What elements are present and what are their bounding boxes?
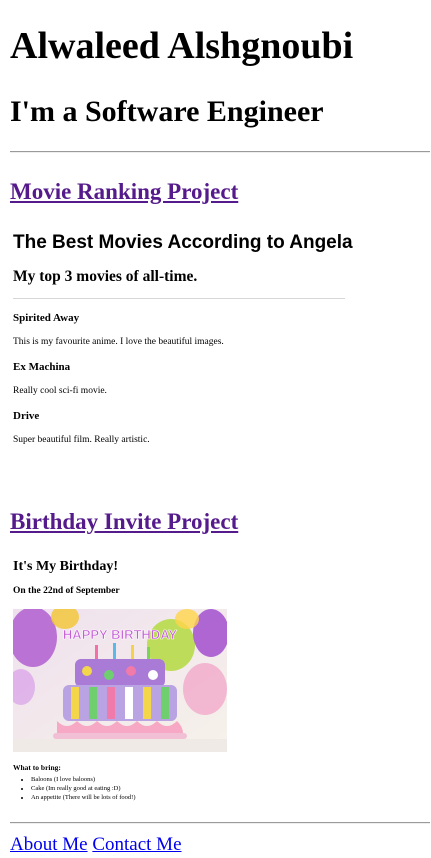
divider bbox=[10, 822, 430, 824]
bring-list: Baloons (I love baloons) Cake (Im really… bbox=[13, 775, 136, 802]
movie-description: This is my favourite anime. I love the b… bbox=[13, 337, 224, 347]
movie-title: Ex Machina bbox=[13, 361, 71, 373]
movie-ranking-preview: The Best Movies According to Angela My t… bbox=[10, 216, 370, 466]
movie-page-title: The Best Movies According to Angela bbox=[13, 232, 353, 253]
birthday-invite-project-link[interactable]: Birthday Invite Project bbox=[10, 508, 238, 536]
about-me-link[interactable]: About Me bbox=[10, 834, 88, 855]
movie-ranking-project-link[interactable]: Movie Ranking Project bbox=[10, 178, 238, 206]
movie-title: Drive bbox=[13, 410, 40, 422]
list-item: An appetite (There will be lots of food!… bbox=[31, 793, 136, 802]
cake-sign-happy: HAPPY BIRTHDAY bbox=[63, 627, 177, 642]
list-item: Baloons (I love baloons) bbox=[31, 775, 136, 784]
page-subtitle: I'm a Software Engineer bbox=[10, 95, 324, 128]
footer-nav: About Me Contact Me bbox=[10, 833, 182, 857]
what-to-bring-label: What to bring: bbox=[13, 763, 61, 772]
movie-divider bbox=[13, 298, 345, 299]
movie-page-subtitle: My top 3 movies of all-time. bbox=[13, 268, 198, 285]
birthday-date: On the 22nd of September bbox=[13, 586, 120, 596]
movie-description: Super beautiful film. Really artistic. bbox=[13, 435, 150, 445]
page-title: Alwaleed Alshgnoubi bbox=[10, 25, 354, 67]
birthday-title: It's My Birthday! bbox=[13, 559, 118, 574]
movie-title: Spirited Away bbox=[13, 312, 80, 324]
birthday-invite-preview: It's My Birthday! On the 22nd of Septemb… bbox=[10, 546, 310, 811]
movie-description: Really cool sci-fi movie. bbox=[13, 386, 107, 396]
divider bbox=[10, 151, 430, 153]
contact-me-link[interactable]: Contact Me bbox=[92, 834, 181, 855]
birthday-cake-image: HAPPY BIRTHDAY bbox=[13, 609, 227, 752]
list-item: Cake (Im really good at eating :D) bbox=[31, 784, 136, 793]
